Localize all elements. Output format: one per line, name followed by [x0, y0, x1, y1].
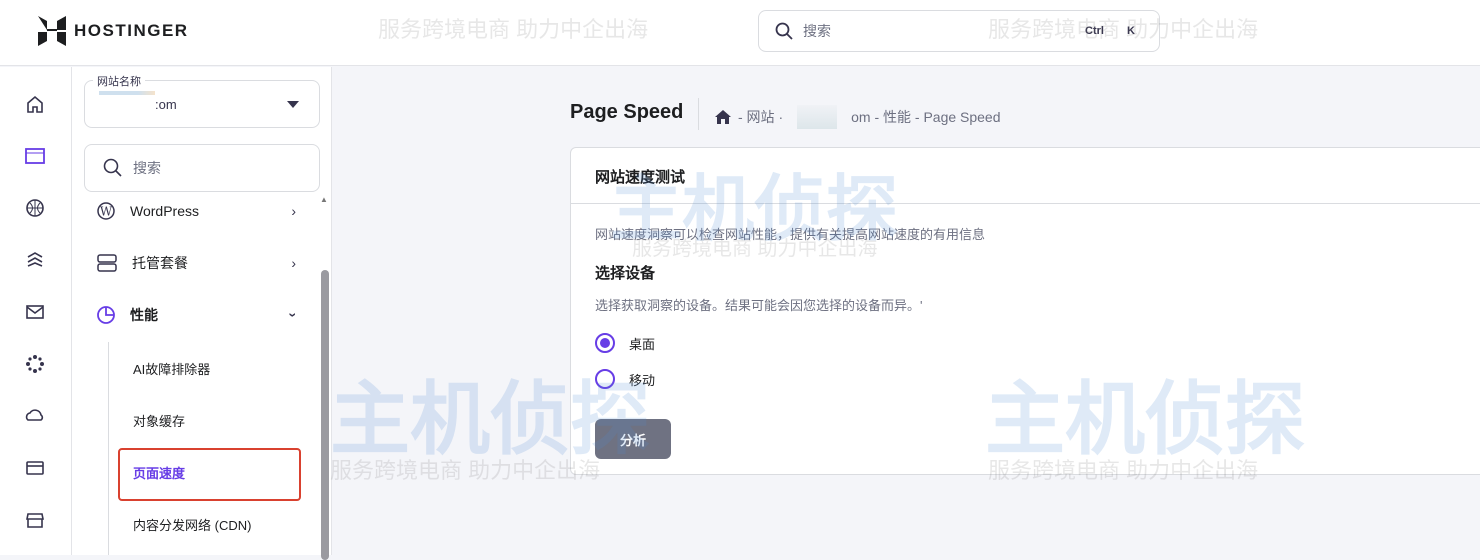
site-selector-label: 网站名称	[93, 73, 145, 89]
chevron-down-icon: ›	[285, 312, 302, 318]
redacted-site-name	[99, 91, 155, 95]
radio-mobile[interactable]: 移动	[595, 369, 655, 389]
submenu-object-cache[interactable]: 对象缓存	[133, 411, 185, 430]
submenu-cdn[interactable]: 内容分发网络 (CDN)	[133, 515, 251, 534]
sidebar-item-performance[interactable]: 性能 ›	[96, 303, 302, 327]
speed-test-card: 网站速度测试 网站速度洞察可以检查网站性能，提供有关提高网站速度的有用信息 选择…	[570, 147, 1480, 475]
card-description: 网站速度洞察可以检查网站性能，提供有关提高网站速度的有用信息	[595, 227, 986, 242]
home-icon[interactable]	[714, 109, 732, 125]
highlight-box	[118, 448, 301, 501]
sidebar-search-input[interactable]: 搜索	[84, 144, 320, 192]
watermark-slogan: 服务跨境电商 助力中企出海	[330, 458, 601, 483]
layers-icon[interactable]	[24, 249, 46, 271]
radio-label: 移动	[629, 372, 656, 388]
sidebar-item-hosting-plan[interactable]: 托管套餐 ›	[96, 251, 296, 275]
website-icon[interactable]	[24, 145, 46, 167]
sidebar-item-label: 性能	[130, 307, 158, 323]
chevron-right-icon: ›	[291, 203, 296, 219]
billing-card-icon[interactable]	[24, 457, 46, 479]
breadcrumb: - 网站 · om - 性能 - Page Speed	[714, 105, 1001, 129]
home-icon[interactable]	[24, 93, 46, 115]
section-title: 选择设备	[595, 265, 656, 282]
svg-text:W: W	[100, 205, 113, 219]
sidebar-search-placeholder: 搜索	[133, 160, 161, 176]
cloud-drive-icon[interactable]	[24, 405, 46, 427]
search-placeholder: 搜索	[803, 23, 831, 39]
sidebar-item-label: 托管套餐	[132, 255, 188, 271]
redacted-domain	[797, 105, 838, 129]
page-title: Page Speed	[570, 101, 684, 123]
submenu-line	[108, 342, 109, 555]
caret-down-icon	[287, 101, 299, 108]
site-selector[interactable]: 网站名称 :om	[84, 73, 320, 128]
loader-icon[interactable]	[24, 353, 46, 375]
global-search-input[interactable]: 搜索 Ctrl K	[758, 10, 1160, 52]
globe-icon[interactable]	[24, 197, 46, 219]
sidebar-scrollbar[interactable]: ▲	[320, 195, 330, 560]
shortcut-k: K	[1127, 25, 1135, 37]
scroll-up-icon[interactable]: ▲	[320, 195, 328, 204]
radio-desktop[interactable]: 桌面	[595, 333, 655, 353]
search-icon	[775, 22, 793, 40]
store-icon[interactable]	[24, 509, 46, 531]
hostinger-logo[interactable]: HOSTINGER	[38, 16, 189, 46]
breadcrumb-rest: om - 性能 - Page Speed	[851, 109, 1001, 125]
sidebar-item-wordpress[interactable]: W WordPress ›	[96, 199, 296, 223]
breadcrumb-websites[interactable]: - 网站 ·	[738, 107, 783, 127]
sidebar-item-label: WordPress	[130, 203, 199, 219]
server-icon	[97, 254, 117, 272]
hostinger-h-icon	[38, 16, 66, 46]
divider	[698, 98, 699, 130]
radio-unselected-icon[interactable]	[595, 369, 615, 389]
mail-icon[interactable]	[24, 301, 46, 323]
shortcut-ctrl: Ctrl	[1085, 25, 1104, 37]
radio-selected-icon[interactable]	[595, 333, 615, 353]
wordpress-icon: W	[97, 202, 115, 220]
icon-rail	[0, 67, 72, 555]
scrollbar-thumb[interactable]	[321, 270, 329, 560]
sidebar: 网站名称 :om 搜索 W WordPress › 托管套餐 › 性能 › AI…	[72, 67, 332, 560]
submenu-ai-troubleshooter[interactable]: AI故障排除器	[133, 359, 210, 378]
brand-name: HOSTINGER	[74, 21, 189, 40]
site-selector-value: :om	[155, 97, 177, 112]
section-description: 选择获取洞察的设备。结果可能会因您选择的设备而异。'	[595, 298, 923, 313]
pie-chart-icon	[97, 306, 115, 324]
analyze-button[interactable]: 分析	[595, 419, 671, 459]
search-icon	[103, 158, 122, 177]
card-title: 网站速度测试	[571, 148, 1480, 204]
top-bar: HOSTINGER 搜索 Ctrl K	[0, 0, 1480, 66]
radio-label: 桌面	[629, 336, 656, 352]
chevron-right-icon: ›	[291, 255, 296, 271]
